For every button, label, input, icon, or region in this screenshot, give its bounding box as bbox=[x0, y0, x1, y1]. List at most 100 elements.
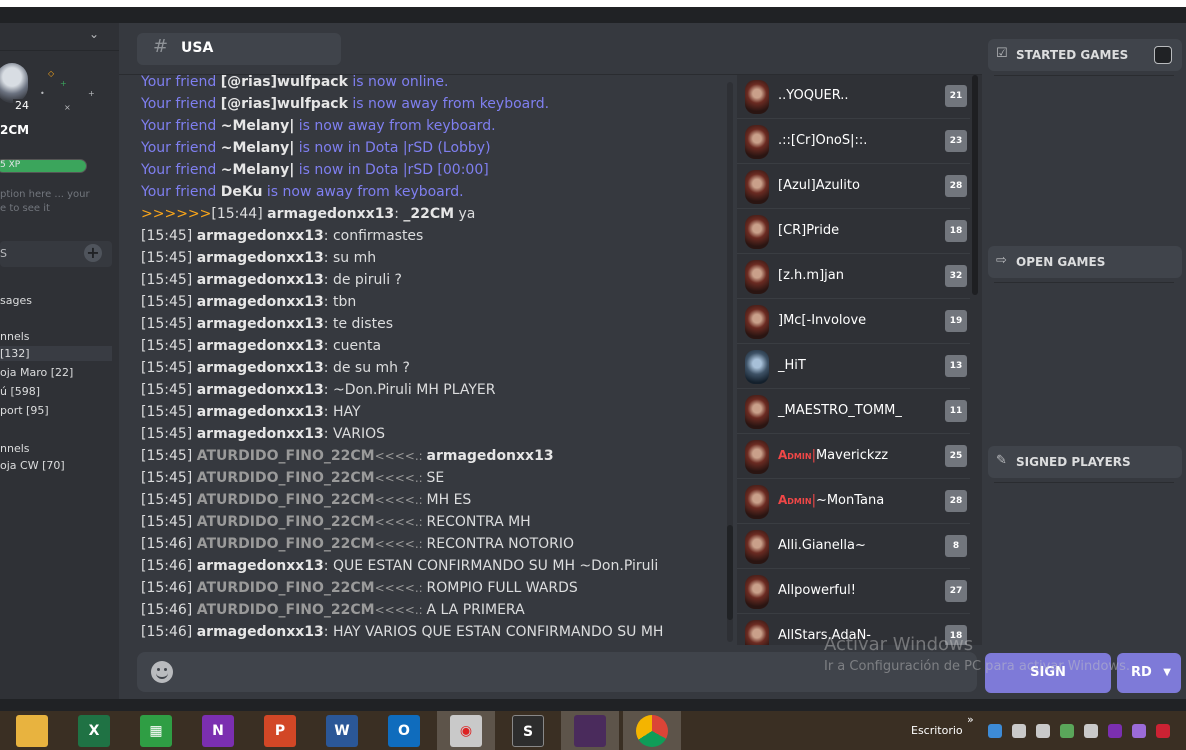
avatar[interactable] bbox=[0, 63, 28, 103]
sidebar-item-channels[interactable]: nnels bbox=[0, 330, 30, 343]
sidebar-item-channels-2[interactable]: nnels bbox=[0, 442, 30, 455]
message-author-self[interactable]: ATURDIDO_FINO_22CM bbox=[197, 514, 375, 530]
message-author[interactable]: armagedonxx13 bbox=[197, 250, 324, 266]
started-games-header[interactable]: ☑ STARTED GAMES bbox=[988, 39, 1182, 71]
s-app-icon[interactable]: S bbox=[512, 715, 544, 747]
red-app-icon[interactable]: ◉ bbox=[450, 715, 482, 747]
message-author[interactable]: armagedonxx13 bbox=[197, 558, 324, 574]
user-row[interactable]: [z.h.m]jan 32 bbox=[737, 254, 970, 299]
game-app-icon[interactable] bbox=[574, 715, 606, 747]
tray-onenote-icon[interactable] bbox=[1108, 724, 1122, 738]
outlook-icon[interactable]: O bbox=[388, 715, 420, 747]
user-name[interactable]: [CR]Pride bbox=[778, 223, 839, 238]
message-author[interactable]: armagedonxx13 bbox=[197, 360, 324, 376]
tray-network-icon[interactable] bbox=[1012, 724, 1026, 738]
excel-icon[interactable]: X bbox=[78, 715, 110, 747]
message-author[interactable]: armagedonxx13 bbox=[197, 338, 324, 354]
message-author[interactable]: armagedonxx13 bbox=[197, 294, 324, 310]
user-row[interactable]: .::[Cr]OnoS|::. 23 bbox=[737, 119, 970, 164]
friend-name[interactable]: [@rias]wulfpack bbox=[221, 75, 348, 90]
sidebar-item-messages[interactable]: sages bbox=[0, 294, 32, 307]
chevron-down-icon[interactable]: ⌄ bbox=[89, 27, 99, 41]
message-author[interactable]: armagedonxx13 bbox=[197, 382, 324, 398]
user-name[interactable]: .::[Cr]OnoS|::. bbox=[778, 133, 867, 148]
user-level-badge: 28 bbox=[945, 490, 967, 512]
friend-status-text: is now in Dota |rSD (Lobby) bbox=[294, 140, 491, 156]
user-name[interactable]: Allpowerful! bbox=[778, 583, 856, 598]
tray-app-icon[interactable] bbox=[988, 724, 1002, 738]
user-name[interactable]: _MAESTRO_TOMM_ bbox=[778, 403, 902, 418]
sidebar-item-roja-cw[interactable]: oja CW [70] bbox=[0, 459, 65, 472]
chevron-up-icon[interactable]: » bbox=[967, 713, 974, 726]
chrome-icon[interactable] bbox=[636, 715, 668, 747]
user-row[interactable]: Admin|~MonTana 28 bbox=[737, 479, 970, 524]
chat-message: Your friend [@rias]wulfpack is now onlin… bbox=[141, 75, 448, 90]
user-name[interactable]: [z.h.m]jan bbox=[778, 268, 844, 283]
user-name[interactable]: ..YOQUER.. bbox=[778, 88, 849, 103]
status-hint[interactable]: ption here ... your e to see it bbox=[0, 188, 90, 216]
tray-security-icon[interactable] bbox=[1060, 724, 1074, 738]
whisper-target[interactable]: _22CM bbox=[403, 206, 454, 222]
user-name[interactable]: Admin|~MonTana bbox=[778, 493, 884, 508]
user-row[interactable]: Alli.Gianella~ 8 bbox=[737, 524, 970, 569]
user-name[interactable]: Alli.Gianella~ bbox=[778, 538, 866, 553]
emoji-icon[interactable] bbox=[151, 661, 173, 683]
user-row[interactable]: _HiT 13 bbox=[737, 344, 970, 389]
word-icon[interactable]: W bbox=[326, 715, 358, 747]
user-row[interactable]: [Azul]Azulito 28 bbox=[737, 164, 970, 209]
message-author-self[interactable]: ATURDIDO_FINO_22CM bbox=[197, 602, 375, 618]
sidebar-item-usa[interactable]: [132] bbox=[0, 346, 112, 361]
sidebar-item-support[interactable]: port [95] bbox=[0, 404, 49, 417]
message-author[interactable]: armagedonxx13 bbox=[197, 316, 324, 332]
friend-name[interactable]: ~Melany| bbox=[221, 140, 295, 156]
open-games-header[interactable]: ⇨ OPEN GAMES bbox=[988, 246, 1182, 278]
sidebar-item-roja-maro[interactable]: oja Maro [22] bbox=[0, 366, 73, 379]
user-name[interactable]: [Azul]Azulito bbox=[778, 178, 860, 193]
friend-name[interactable]: [@rias]wulfpack bbox=[221, 96, 348, 112]
channel-pill[interactable]: # USA bbox=[137, 33, 341, 65]
user-row[interactable]: ..YOQUER.. 21 bbox=[737, 75, 970, 119]
powerpoint-icon[interactable]: P bbox=[264, 715, 296, 747]
message-author[interactable]: armagedonxx13 bbox=[197, 426, 324, 442]
user-row[interactable]: ]Mc[-Involove 19 bbox=[737, 299, 970, 344]
store-icon[interactable]: ▦ bbox=[140, 715, 172, 747]
chat-scrollbar-thumb[interactable] bbox=[727, 525, 733, 620]
chat-message: Your friend [@rias]wulfpack is now away … bbox=[141, 96, 549, 112]
desktop-label[interactable]: Escritorio bbox=[911, 724, 963, 737]
message-author[interactable]: armagedonxx13 bbox=[197, 404, 324, 420]
message-author-self[interactable]: ATURDIDO_FINO_22CM bbox=[197, 448, 375, 464]
onenote-icon[interactable]: N bbox=[202, 715, 234, 747]
message-author-self[interactable]: ATURDIDO_FINO_22CM bbox=[197, 580, 375, 596]
sidebar-item-peru[interactable]: ú [598] bbox=[0, 385, 40, 398]
message-time: [15:46] bbox=[141, 624, 197, 640]
tray-device-icon[interactable] bbox=[1036, 724, 1050, 738]
user-name[interactable]: ]Mc[-Involove bbox=[778, 313, 866, 328]
volume-icon[interactable] bbox=[1084, 724, 1098, 738]
sidebar-header[interactable]: ⌄ bbox=[0, 23, 119, 51]
message-author-self[interactable]: ATURDIDO_FINO_22CM bbox=[197, 536, 375, 552]
message-author[interactable]: armagedonxx13 bbox=[197, 272, 324, 288]
add-icon[interactable]: + bbox=[84, 244, 102, 262]
tray-red-icon[interactable] bbox=[1156, 724, 1170, 738]
blood-avatar-icon bbox=[745, 305, 769, 339]
message-author[interactable]: armagedonxx13 bbox=[197, 624, 324, 640]
user-row[interactable]: Allpowerful! 27 bbox=[737, 569, 970, 614]
user-name[interactable]: Admin|Maverickzz bbox=[778, 448, 888, 463]
user-row[interactable]: _MAESTRO_TOMM_ 11 bbox=[737, 389, 970, 434]
message-author-self[interactable]: ATURDIDO_FINO_22CM bbox=[197, 492, 375, 508]
message-author-self[interactable]: ATURDIDO_FINO_22CM bbox=[197, 470, 375, 486]
message-separator: <<<<.: bbox=[374, 471, 427, 485]
chat-message: [15:46] ATURDIDO_FINO_22CM<<<<.: ROMPIO … bbox=[141, 580, 578, 596]
user-row[interactable]: Admin|Maverickzz 25 bbox=[737, 434, 970, 479]
friend-name[interactable]: DeKu bbox=[221, 184, 263, 200]
file-explorer-icon[interactable] bbox=[16, 715, 48, 747]
user-name[interactable]: _HiT bbox=[778, 358, 806, 373]
friend-name[interactable]: ~Melany| bbox=[221, 162, 295, 178]
message-author[interactable]: armagedonxx13 bbox=[197, 228, 324, 244]
user-row[interactable]: [CR]Pride 18 bbox=[737, 209, 970, 254]
signed-players-header[interactable]: ✎ SIGNED PLAYERS bbox=[988, 446, 1182, 478]
message-author[interactable]: armagedonxx13 bbox=[267, 206, 394, 222]
tray-pen-icon[interactable] bbox=[1132, 724, 1146, 738]
user-list-scrollbar[interactable] bbox=[972, 75, 978, 295]
friend-name[interactable]: ~Melany| bbox=[221, 118, 295, 134]
